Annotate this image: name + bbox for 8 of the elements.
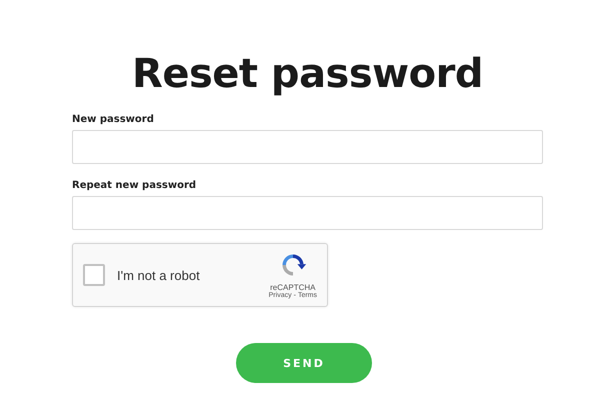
field-label: Repeat new password [72, 180, 198, 192]
password-field[interactable] [72, 130, 543, 164]
page-title: Reset password [131, 50, 484, 99]
password-field[interactable] [72, 196, 543, 230]
field-label: New password [72, 114, 155, 126]
checkbox[interactable] [83, 264, 105, 286]
checkbox-label: I'm not a robot [117, 268, 201, 282]
brand-name: reCAPTCHA [270, 283, 316, 292]
